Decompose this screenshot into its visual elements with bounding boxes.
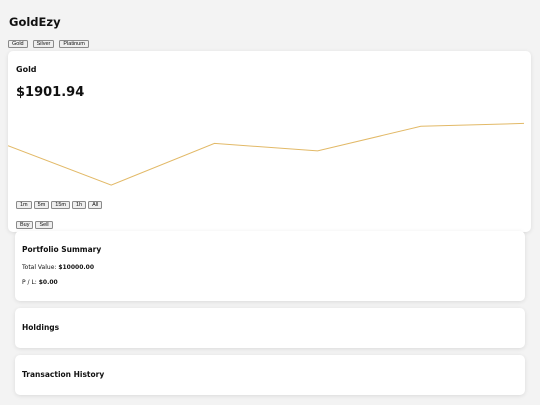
current-price: $1901.94 bbox=[16, 85, 85, 100]
buy-button[interactable]: Buy bbox=[16, 221, 34, 229]
price-chart bbox=[8, 122, 525, 186]
range-1h-button[interactable]: 1h bbox=[71, 201, 87, 209]
holdings-card: Holdings bbox=[15, 308, 525, 348]
sell-button[interactable]: Sell bbox=[35, 221, 53, 229]
holdings-title: Holdings bbox=[22, 323, 60, 332]
range-15m-button[interactable]: 15m bbox=[51, 201, 70, 209]
tab-platinum[interactable]: Platinum bbox=[59, 40, 89, 48]
tab-gold[interactable]: Gold bbox=[8, 40, 28, 48]
portfolio-summary-card: Portfolio Summary Total Value: $10000.00… bbox=[15, 231, 525, 301]
total-value-label: Total Value: bbox=[22, 264, 59, 271]
total-value: $10000.00 bbox=[58, 264, 95, 271]
trade-bar: Buy Sell bbox=[16, 221, 53, 229]
pl-row: P / L: $0.00 bbox=[22, 279, 58, 286]
tab-silver[interactable]: Silver bbox=[32, 40, 55, 48]
metal-tabs: Gold Silver Platinum bbox=[8, 40, 89, 48]
total-value-row: Total Value: $10000.00 bbox=[22, 264, 94, 271]
range-all-button[interactable]: All bbox=[88, 201, 103, 209]
metal-name: Gold bbox=[16, 65, 37, 74]
transaction-history-title: Transaction History bbox=[22, 370, 105, 379]
time-range-bar: 1m 5m 15m 1h All bbox=[16, 201, 103, 209]
price-series-line bbox=[8, 122, 525, 186]
transaction-history-card: Transaction History bbox=[15, 355, 525, 395]
app-title: GoldEzy bbox=[9, 15, 61, 29]
portfolio-summary-title: Portfolio Summary bbox=[22, 245, 102, 254]
pl-value: $0.00 bbox=[38, 279, 58, 286]
pl-label: P / L: bbox=[22, 279, 39, 286]
range-5m-button[interactable]: 5m bbox=[33, 201, 50, 209]
price-card: Gold $1901.94 1m 5m 15m 1h All Buy Sell bbox=[8, 51, 531, 232]
range-1m-button[interactable]: 1m bbox=[16, 201, 32, 209]
